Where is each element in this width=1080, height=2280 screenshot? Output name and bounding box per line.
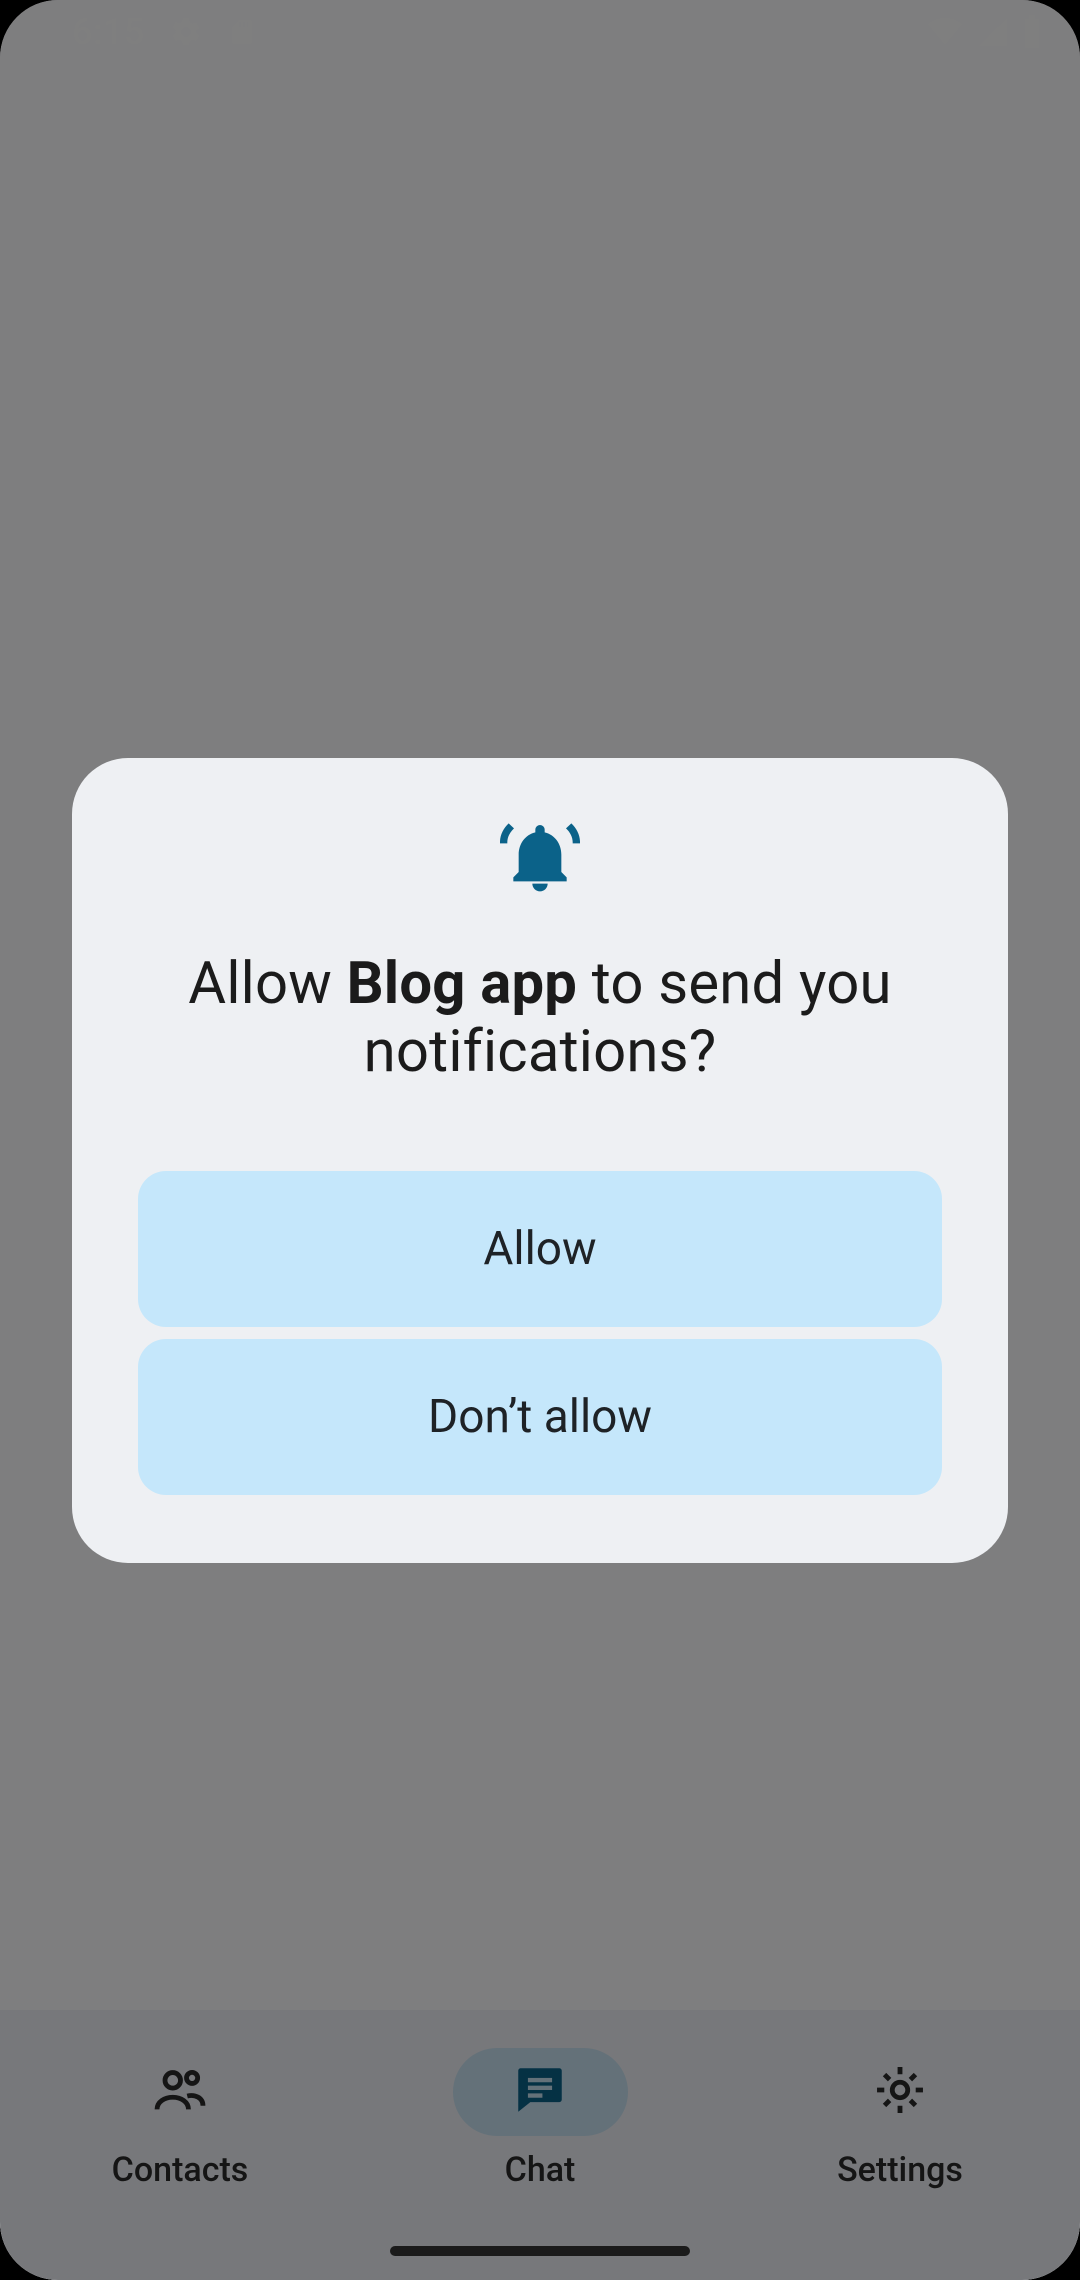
bell-icon [500,818,580,902]
dialog-title-prefix: Allow [188,950,346,1018]
dialog-title: Allow Blog app to send you notifications… [138,950,942,1087]
gesture-nav-bar[interactable] [390,2246,690,2256]
dont-allow-button[interactable]: Don’t allow [138,1339,942,1495]
allow-button[interactable]: Allow [138,1171,942,1327]
device-frame: Contacts Chat [0,0,1080,2280]
notification-permission-dialog: Allow Blog app to send you notifications… [72,758,1008,1563]
dialog-app-name: Blog app [347,950,578,1018]
